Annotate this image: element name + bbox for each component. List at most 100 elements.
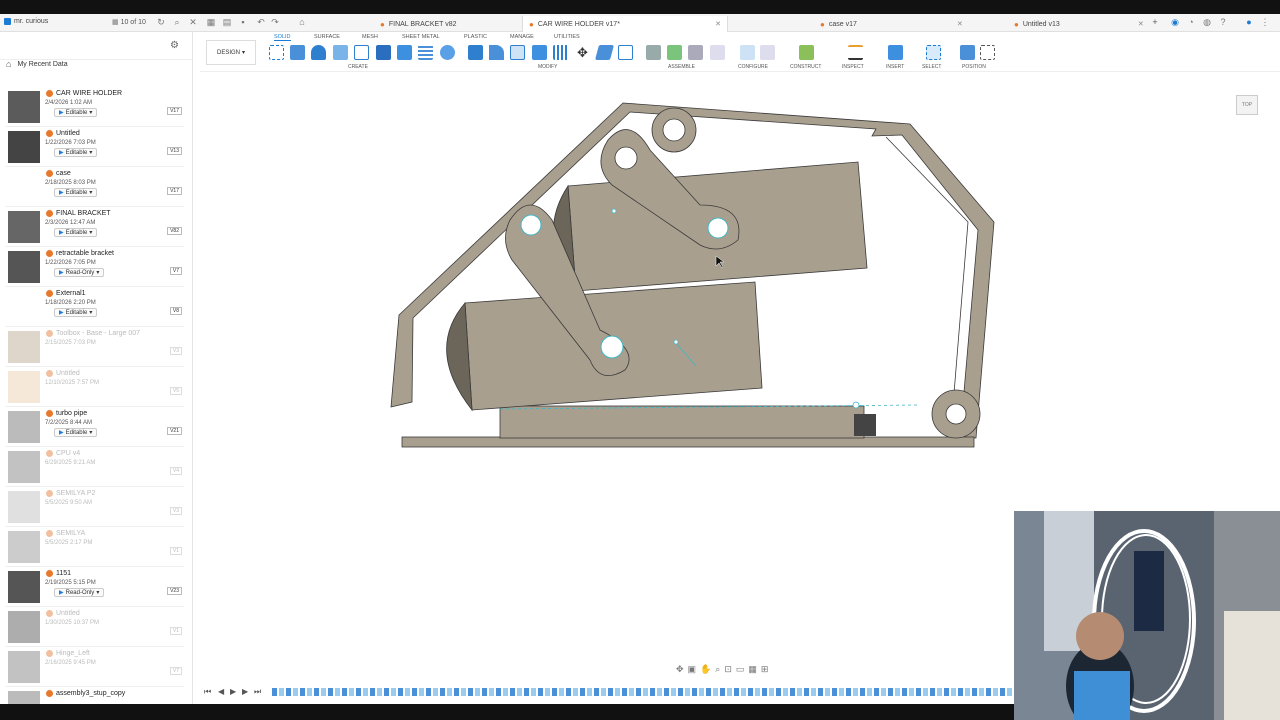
select-icon[interactable] [926, 45, 941, 60]
pan-icon[interactable]: ▣ [688, 664, 697, 675]
file-list-item[interactable]: 1151 2/19/2025 5:15 PM ▶ Read-Only ▾ V23 [6, 569, 184, 607]
file-thumbnail[interactable] [8, 371, 40, 403]
file-list-item[interactable]: SEMILYA P2 5/5/2025 9:50 AM V3 [6, 489, 184, 527]
tab-utilities[interactable]: UTILITIES [554, 34, 580, 40]
tab-surface[interactable]: SURFACE [314, 34, 340, 40]
contact-icon[interactable] [710, 45, 725, 60]
measure-icon[interactable] [848, 45, 863, 60]
timeline-features[interactable] [272, 688, 1012, 696]
file-thumbnail[interactable] [8, 491, 40, 523]
timeline-forward-icon[interactable]: ▶ [242, 687, 248, 696]
file-list-item[interactable]: SEMILYA 5/5/2025 2:17 PM V1 [6, 529, 184, 567]
permission-dropdown[interactable]: ▶ Read-Only ▾ [54, 268, 105, 277]
version-counter[interactable]: ▦ 10 of 10 [112, 18, 146, 26]
tab-manage[interactable]: MANAGE [510, 34, 534, 40]
fillet-icon[interactable] [489, 45, 504, 60]
save-icon[interactable]: ▪ [238, 17, 248, 27]
extensions-icon[interactable]: ◉ [1170, 17, 1180, 27]
press-pull-icon[interactable] [468, 45, 483, 60]
tab-car-wire-holder[interactable]: ● CAR WIRE HOLDER v17* ✕ [522, 16, 728, 32]
file-thumbnail[interactable] [8, 291, 40, 323]
file-thumbnail[interactable] [8, 331, 40, 363]
file-list-item[interactable]: case 2/18/2025 8:03 PM ▶ Editable ▾ V17 [6, 169, 184, 207]
file-thumbnail[interactable] [8, 651, 40, 683]
version-badge[interactable]: V17 [167, 107, 182, 115]
file-list-item[interactable]: turbo pipe 7/2/2025 8:44 AM ▶ Editable ▾ V21 [6, 409, 184, 447]
hand-icon[interactable]: ✋ [700, 664, 711, 675]
create-sketch-icon[interactable] [269, 45, 284, 60]
file-list-item[interactable]: Toolbox - Base - Large 007 2/15/2025 7:03… [6, 329, 184, 367]
timeline-start-icon[interactable]: ⏮ [204, 687, 211, 697]
version-badge[interactable]: V1 [169, 547, 182, 555]
zoom-icon[interactable]: ⌕ [715, 664, 720, 675]
file-list-item[interactable]: CAR WIRE HOLDER 2/4/2026 1:02 AM ▶ Editable… [6, 89, 184, 127]
new-tab-icon[interactable]: + [1150, 17, 1160, 27]
file-thumbnail[interactable] [8, 571, 40, 603]
job-status-icon[interactable]: ◔ [1186, 17, 1196, 27]
viewports-icon[interactable]: ⊞ [761, 664, 769, 675]
viewcube[interactable]: TOP [1232, 91, 1262, 121]
version-badge[interactable]: V82 [167, 227, 182, 235]
file-list-item[interactable]: Untitled 1/30/2025 10:37 PM V1 [6, 609, 184, 647]
grid-settings-icon[interactable]: ▦ [748, 664, 757, 675]
loft-icon[interactable] [354, 45, 369, 60]
version-badge[interactable]: V17 [167, 187, 182, 195]
file-thumbnail[interactable] [8, 611, 40, 643]
file-list-item[interactable]: CPU v4 6/29/2025 9:21 AM V4 [6, 449, 184, 487]
tab-untitled[interactable]: ● Untitled v13 ✕ [1008, 16, 1150, 32]
revert-position-icon[interactable] [980, 45, 995, 60]
combine-icon[interactable] [532, 45, 547, 60]
new-component-icon[interactable] [667, 45, 682, 60]
revolve-icon[interactable] [311, 45, 326, 60]
permission-dropdown[interactable]: ▶ Editable ▾ [54, 108, 98, 117]
tab-mesh[interactable]: MESH [362, 34, 378, 40]
mirror-icon[interactable] [440, 45, 455, 60]
align-icon[interactable] [618, 45, 633, 60]
close-panel-icon[interactable]: ✕ [188, 17, 198, 27]
shell-icon[interactable] [510, 45, 525, 60]
permission-dropdown[interactable]: ▶ Read-Only ▾ [54, 588, 105, 597]
file-list-item[interactable]: External1 1/18/2026 2:20 PM ▶ Editable ▾ V8 [6, 289, 184, 327]
close-tab-icon[interactable]: ✕ [1138, 20, 1144, 28]
pattern-icon[interactable] [418, 45, 433, 60]
workspace-switcher[interactable]: DESIGN ▾ [206, 40, 256, 65]
permission-dropdown[interactable]: ▶ Editable ▾ [54, 188, 98, 197]
group-insert[interactable]: INSERT [886, 64, 904, 70]
offset-plane-icon[interactable] [799, 45, 814, 60]
refresh-icon[interactable]: ↻ [156, 17, 166, 27]
fit-icon[interactable]: ⊡ [724, 664, 732, 675]
file-list-item[interactable]: assembly3_stup_copy [6, 689, 184, 704]
search-icon[interactable]: ⌕ [172, 17, 182, 27]
redo-icon[interactable]: ↷ [270, 17, 280, 27]
permission-dropdown[interactable]: ▶ Editable ▾ [54, 228, 98, 237]
version-badge[interactable]: V5 [169, 387, 182, 395]
orbit-icon[interactable]: ✥ [676, 664, 684, 675]
extrude-icon[interactable] [290, 45, 305, 60]
file-thumbnail[interactable] [8, 131, 40, 163]
timeline-end-icon[interactable]: ⏭ [254, 687, 261, 697]
tab-plastic[interactable]: PLASTIC [464, 34, 487, 40]
undo-icon[interactable]: ↶ [256, 17, 266, 27]
box-icon[interactable] [397, 45, 412, 60]
timeline-play-icon[interactable]: ▶ [230, 687, 236, 696]
group-position[interactable]: POSITION [962, 64, 986, 70]
group-construct[interactable]: CONSTRUCT [790, 64, 821, 70]
version-badge[interactable]: V8 [169, 307, 182, 315]
data-panel-icon[interactable]: ▦ [206, 17, 216, 27]
timeline-back-icon[interactable]: ◀ [218, 687, 224, 696]
group-modify[interactable]: MODIFY [538, 64, 557, 70]
version-badge[interactable]: V4 [169, 467, 182, 475]
motion-link-icon[interactable] [688, 45, 703, 60]
version-badge[interactable]: V3 [169, 347, 182, 355]
permission-dropdown[interactable]: ▶ Editable ▾ [54, 428, 98, 437]
file-list-item[interactable]: FINAL BRACKET 2/3/2026 12:47 AM ▶ Editable ▾… [6, 209, 184, 247]
group-create[interactable]: CREATE [348, 64, 368, 70]
file-menu-icon[interactable]: ▤ [222, 17, 232, 27]
file-thumbnail[interactable] [8, 411, 40, 443]
permission-dropdown[interactable]: ▶ Editable ▾ [54, 148, 98, 157]
file-list-item[interactable]: retractable bracket 1/22/2026 7:05 PM ▶ Rea… [6, 249, 184, 287]
group-configure[interactable]: CONFIGURE [738, 64, 768, 70]
file-thumbnail[interactable] [8, 91, 40, 123]
gear-icon[interactable]: ⚙ [170, 40, 179, 51]
file-thumbnail[interactable] [8, 691, 40, 704]
